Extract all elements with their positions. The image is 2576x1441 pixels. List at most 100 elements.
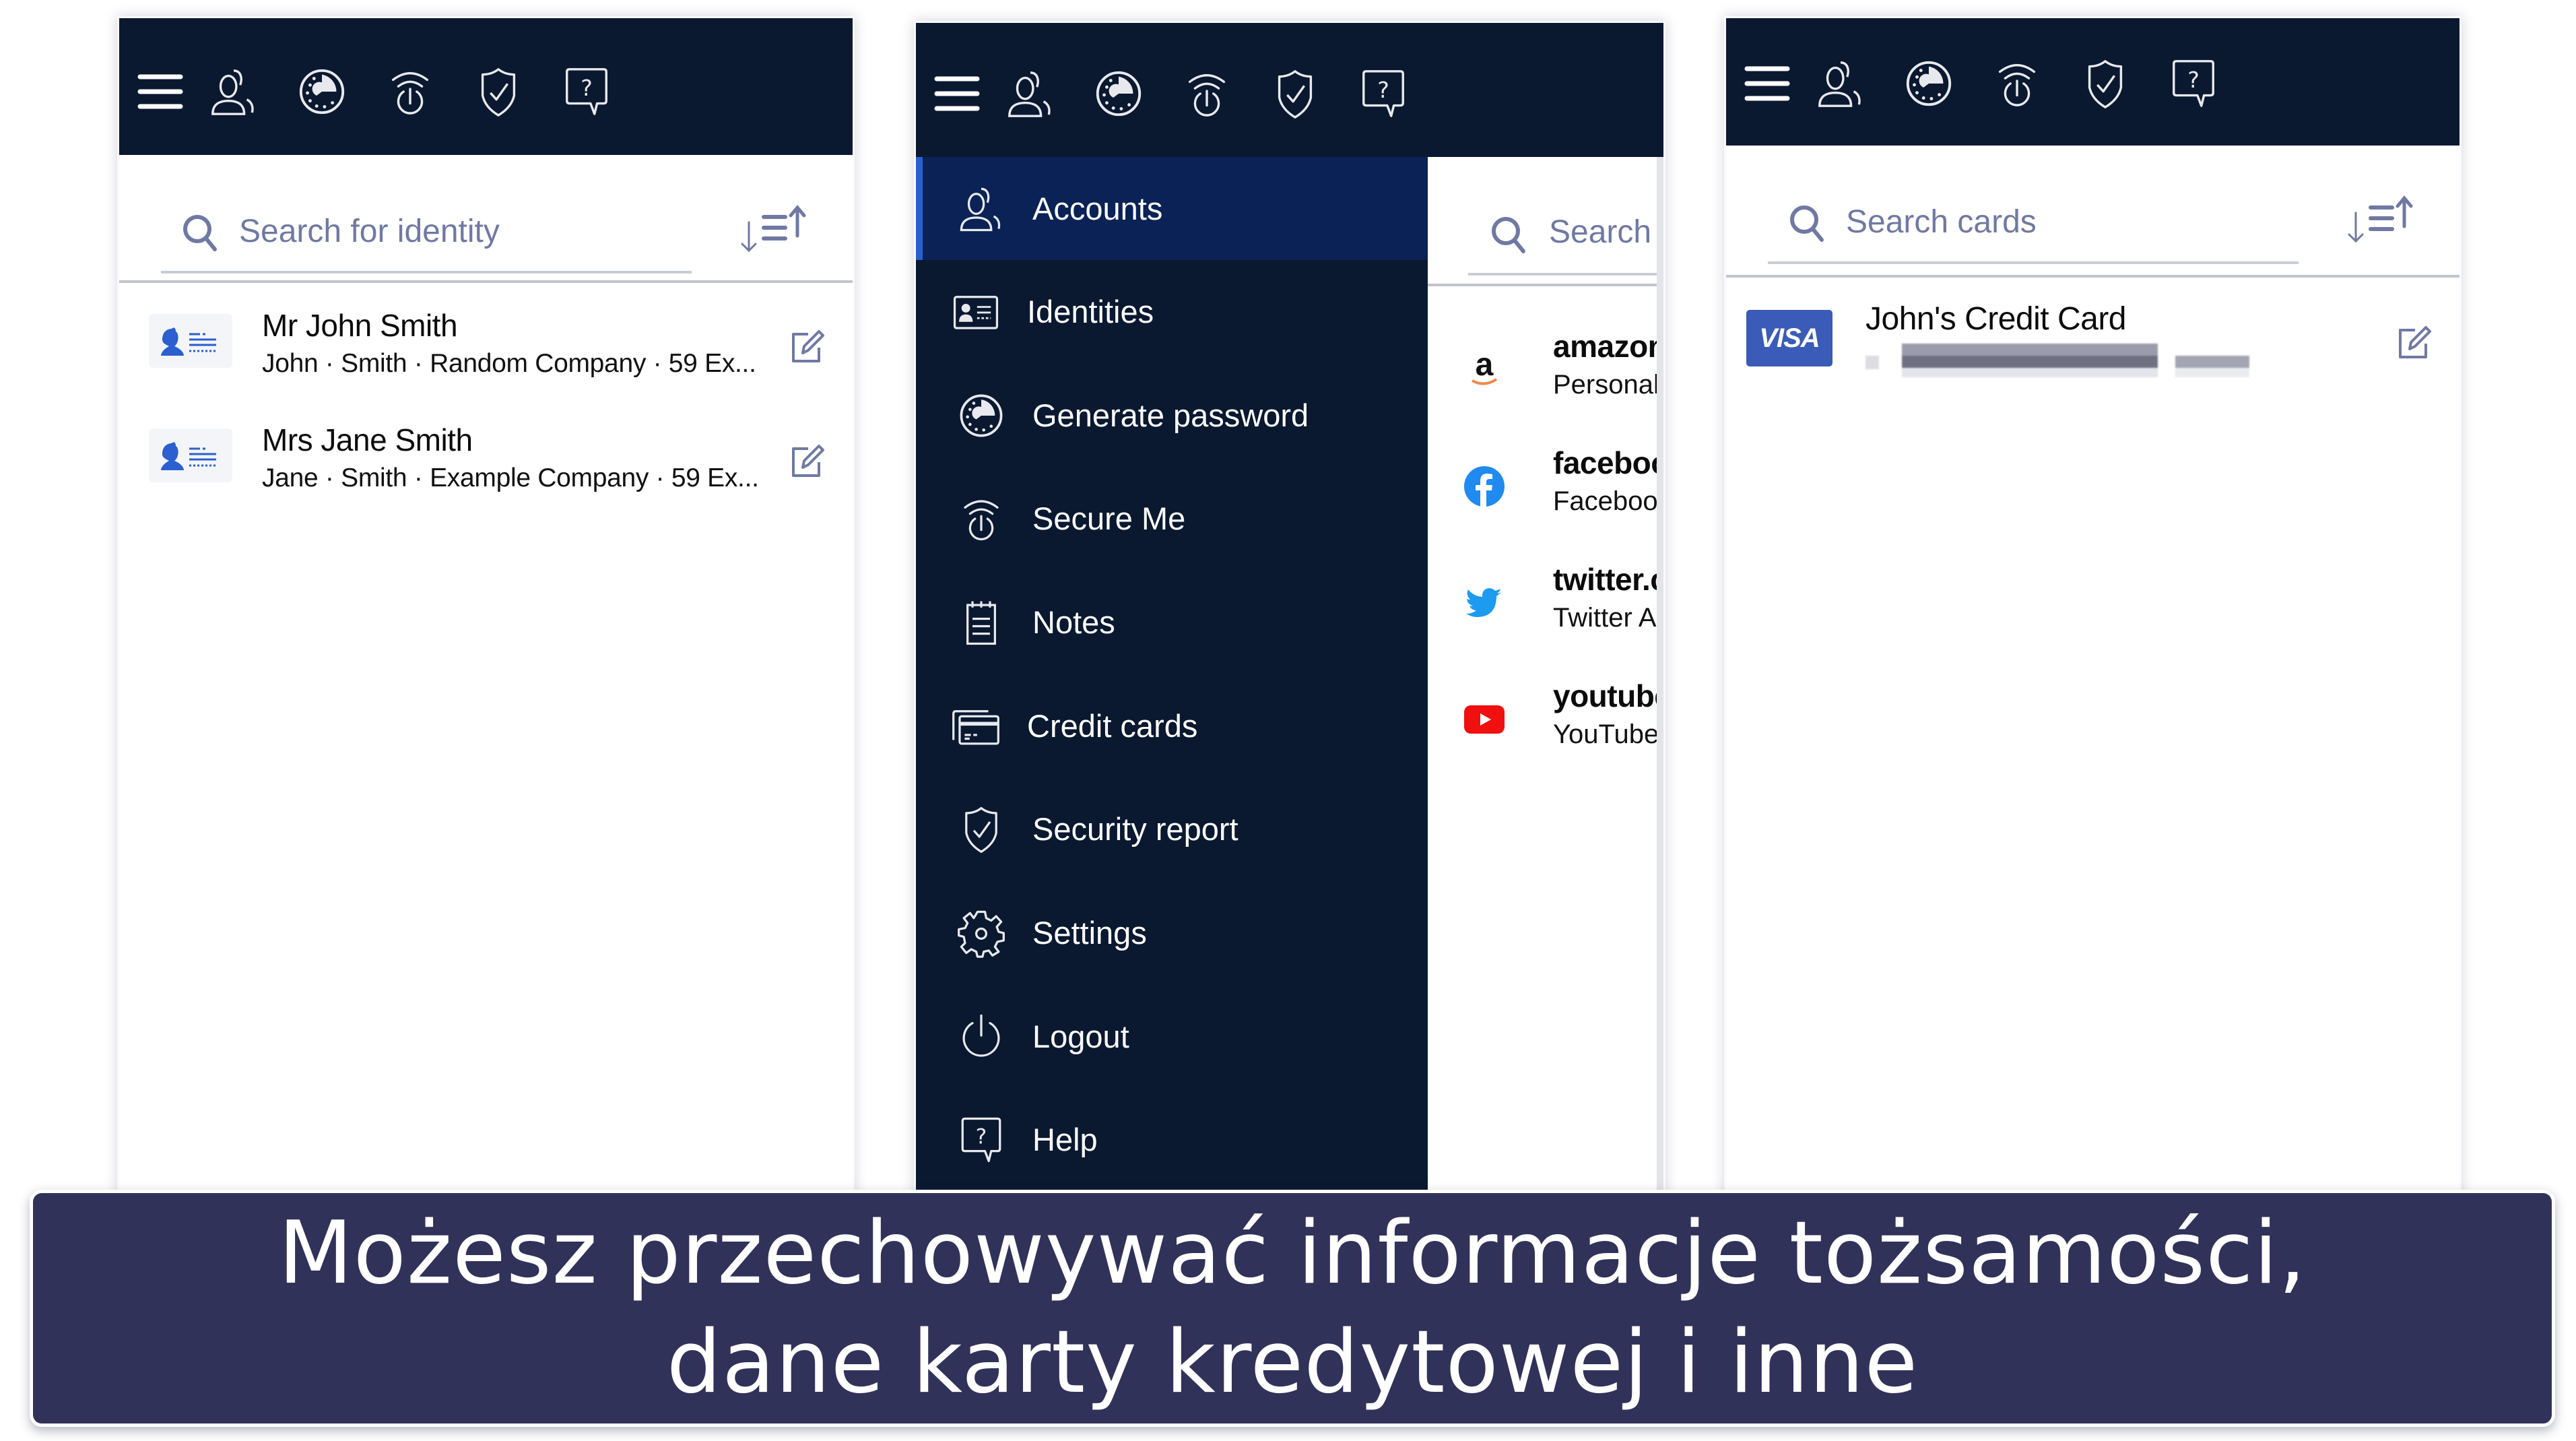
drawer-item-label: Notes [1032, 604, 1115, 640]
drawer-item-secure-me[interactable]: Secure Me [916, 467, 1428, 570]
search-underline [1768, 261, 2299, 264]
menu-icon[interactable] [933, 63, 986, 124]
identity-search-bar: Search for identity [119, 155, 853, 296]
secure-me-icon [955, 492, 1008, 545]
account-title: twitter.c [1553, 562, 1665, 597]
drawer-item-label: Credit cards [1027, 708, 1198, 744]
edit-icon[interactable] [2396, 325, 2433, 361]
drawer-item-logout[interactable]: Logout [916, 985, 1428, 1088]
amazon-logo-icon: a [1463, 348, 1506, 391]
security-report-icon[interactable] [1251, 63, 1339, 124]
identity-list-item[interactable]: Mrs Jane Smith Jane · Smith · Example Co… [119, 422, 853, 530]
power-icon [955, 1011, 1008, 1063]
account-title: youtube [1553, 678, 1665, 713]
scrollbar[interactable] [1657, 157, 1663, 1200]
sort-icon[interactable] [2348, 193, 2422, 247]
drawer-item-label: Secure Me [1032, 501, 1186, 536]
divider [119, 280, 853, 283]
identity-search-input[interactable]: Search for identity [239, 213, 500, 250]
accounts-icon [955, 183, 1008, 235]
search-icon [1788, 203, 1826, 244]
credit-cards-icon [950, 700, 1002, 752]
svg-text:a: a [1476, 348, 1494, 383]
drawer-item-label: Identities [1027, 294, 1154, 329]
caption-banner: Możesz przechowywać informacje tożsamośc… [30, 1190, 2555, 1427]
drawer-item-settings[interactable]: Settings [916, 881, 1428, 984]
drawer-item-label: Security report [1032, 811, 1239, 847]
identity-card-icon [950, 286, 1002, 338]
facebook-logo-icon [1463, 465, 1506, 508]
cards-search-bar: Search cards [1726, 146, 2459, 287]
drawer-item-security-report[interactable]: Security report [916, 777, 1428, 880]
security-report-icon[interactable] [2061, 53, 2149, 114]
identity-title: Mr John Smith [262, 308, 458, 343]
drawer-item-generate-password[interactable]: Generate password [916, 364, 1428, 467]
visa-logo-icon: VISA [1746, 310, 1832, 366]
card-list-item[interactable]: VISA John's Credit Card [1726, 301, 2459, 411]
identity-subtitle: John · Smith · Random Company · 59 Ex... [262, 349, 756, 378]
account-subtitle: Twitter A [1553, 603, 1657, 633]
cards-search-input[interactable]: Search cards [1846, 203, 2037, 241]
secure-me-icon[interactable] [366, 61, 454, 122]
secure-me-icon[interactable] [1973, 53, 2061, 114]
account-subtitle: YouTube [1553, 719, 1659, 749]
drawer-item-credit-cards[interactable]: Credit cards [916, 674, 1428, 777]
generate-password-icon[interactable] [277, 61, 366, 122]
navigation-drawer: Accounts Identities Generate password Se… [916, 157, 1428, 1200]
top-toolbar [1726, 18, 2459, 146]
drawer-item-accounts[interactable]: Accounts [916, 157, 1428, 260]
secure-me-icon[interactable] [1162, 63, 1251, 124]
account-list-item[interactable]: faceboo Faceboo [1428, 445, 1663, 551]
caption-line-1: Możesz przechowywać informacje tożsamośc… [278, 1203, 2307, 1304]
generate-password-icon [955, 389, 1008, 442]
accounts-icon[interactable] [1796, 53, 1884, 114]
sort-icon[interactable] [741, 202, 815, 256]
menu-panel: Search a amazon Personal faceboo Faceboo… [914, 21, 1665, 1202]
security-report-icon[interactable] [454, 61, 542, 122]
drawer-item-label: Logout [1032, 1019, 1129, 1054]
drawer-item-help[interactable]: Help [916, 1088, 1428, 1191]
generate-password-icon[interactable] [1074, 63, 1162, 124]
top-toolbar [119, 18, 853, 155]
gear-icon [955, 907, 1008, 959]
top-toolbar [916, 23, 1663, 157]
account-list-item[interactable]: twitter.c Twitter A [1428, 562, 1663, 668]
identity-subtitle: Jane · Smith · Example Company · 59 Ex..… [262, 463, 759, 492]
drawer-item-notes[interactable]: Notes [916, 571, 1428, 674]
drawer-item-label: Help [1032, 1122, 1098, 1157]
youtube-logo-icon [1463, 698, 1506, 741]
security-report-icon [955, 803, 1008, 856]
menu-icon[interactable] [1744, 53, 1796, 114]
account-title: faceboo [1553, 445, 1665, 480]
identity-card-icon [149, 428, 232, 482]
edit-icon[interactable] [789, 329, 826, 365]
help-icon[interactable] [1339, 63, 1427, 124]
drawer-item-identities[interactable]: Identities [916, 260, 1428, 363]
caption-line-2: dane karty kredytowej i inne [666, 1312, 1919, 1413]
generate-password-icon[interactable] [1884, 53, 1973, 114]
identity-title: Mrs Jane Smith [262, 422, 473, 457]
menu-icon[interactable] [137, 61, 189, 122]
help-icon[interactable] [542, 61, 630, 122]
divider [1726, 275, 2459, 278]
account-list-item[interactable]: youtube YouTube [1428, 678, 1663, 784]
search-underline [161, 271, 692, 274]
notes-icon [955, 596, 1008, 649]
accounts-icon[interactable] [189, 61, 277, 122]
search-icon [1490, 215, 1527, 255]
drawer-item-label: Generate password [1032, 397, 1309, 433]
drawer-item-label: Accounts [1032, 191, 1163, 226]
accounts-search-input[interactable]: Search [1549, 214, 1651, 251]
card-title: John's Credit Card [1865, 301, 2127, 337]
accounts-list-area: Search a amazon Personal faceboo Faceboo… [1428, 157, 1663, 1200]
account-list-item[interactable]: a amazon Personal [1428, 329, 1663, 435]
divider [1428, 284, 1657, 286]
accounts-icon[interactable] [986, 63, 1074, 124]
drawer-item-label: Settings [1032, 915, 1147, 951]
search-icon [181, 213, 219, 253]
identity-list-item[interactable]: Mr John Smith John · Smith · Random Comp… [119, 308, 853, 415]
help-icon[interactable] [2149, 53, 2237, 114]
credit-cards-panel: Search cards VISA John's Credit Card [1724, 16, 2462, 1202]
edit-icon[interactable] [789, 443, 826, 480]
help-icon [955, 1114, 1008, 1166]
